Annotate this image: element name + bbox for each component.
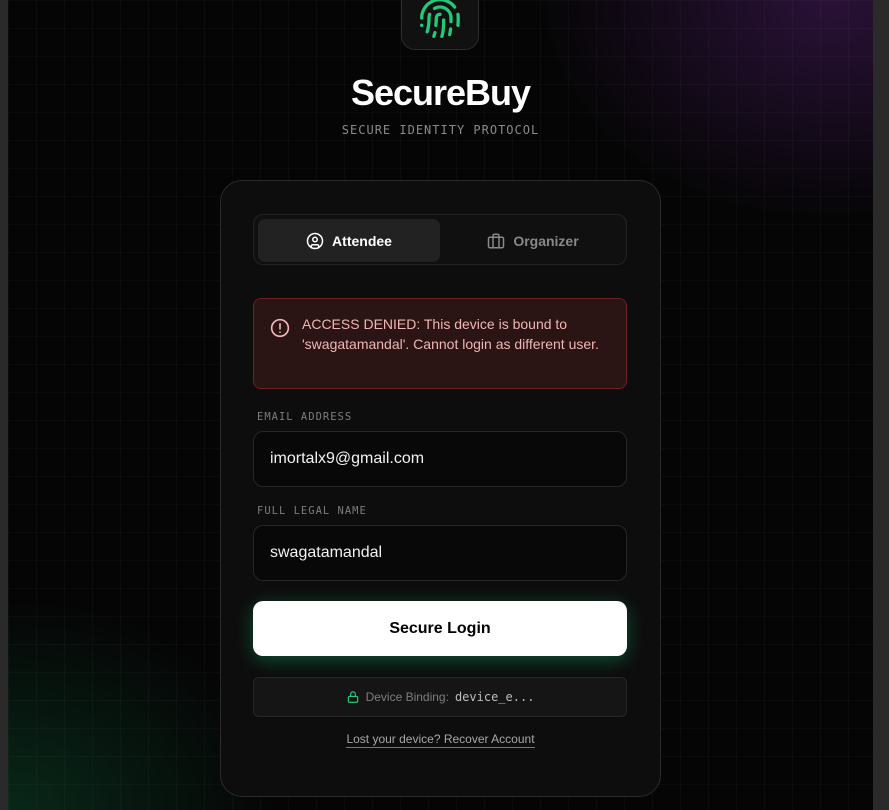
device-binding-label: Device Binding:: [365, 690, 449, 704]
recover-account-row: Lost your device? Recover Account: [221, 732, 660, 748]
brand-title: SecureBuy: [350, 72, 531, 113]
full-name-value: swagatamandal: [270, 544, 383, 561]
recover-account-link[interactable]: Lost your device? Recover Account: [346, 732, 535, 748]
email-label: EMAIL ADDRESS: [257, 411, 353, 423]
role-tabs: Attendee Organizer: [253, 214, 627, 265]
email-field[interactable]: imortalx9@gmail.com: [253, 431, 627, 487]
tab-organizer[interactable]: Organizer: [442, 219, 624, 262]
secure-login-button[interactable]: Secure Login: [253, 601, 627, 656]
fingerprint-icon: [420, 0, 460, 38]
login-card: Attendee Organizer ACCESS DENIED: This d…: [220, 180, 661, 797]
lock-icon: [347, 691, 358, 703]
tab-attendee[interactable]: Attendee: [258, 219, 440, 262]
logo-badge: [401, 0, 479, 50]
name-label: FULL LEGAL NAME: [257, 505, 367, 517]
tab-organizer-label: Organizer: [513, 232, 579, 249]
tab-attendee-label: Attendee: [332, 232, 392, 249]
full-name-field[interactable]: swagatamandal: [253, 525, 627, 581]
brand-tagline: SECURE IDENTITY PROTOCOL: [341, 123, 540, 137]
device-binding-info: Device Binding: device_e...: [253, 677, 627, 717]
user-circle-icon: [306, 232, 324, 249]
briefcase-icon: [488, 233, 505, 248]
email-value: imortalx9@gmail.com: [270, 450, 425, 467]
error-alert: ACCESS DENIED: This device is bound to '…: [253, 298, 627, 389]
alert-circle-icon: [270, 318, 290, 338]
device-binding-value: device_e...: [454, 690, 535, 704]
alert-message: ACCESS DENIED: This device is bound to '…: [302, 316, 599, 352]
page-background: SecureBuy SECURE IDENTITY PROTOCOL Atten…: [8, 0, 873, 810]
